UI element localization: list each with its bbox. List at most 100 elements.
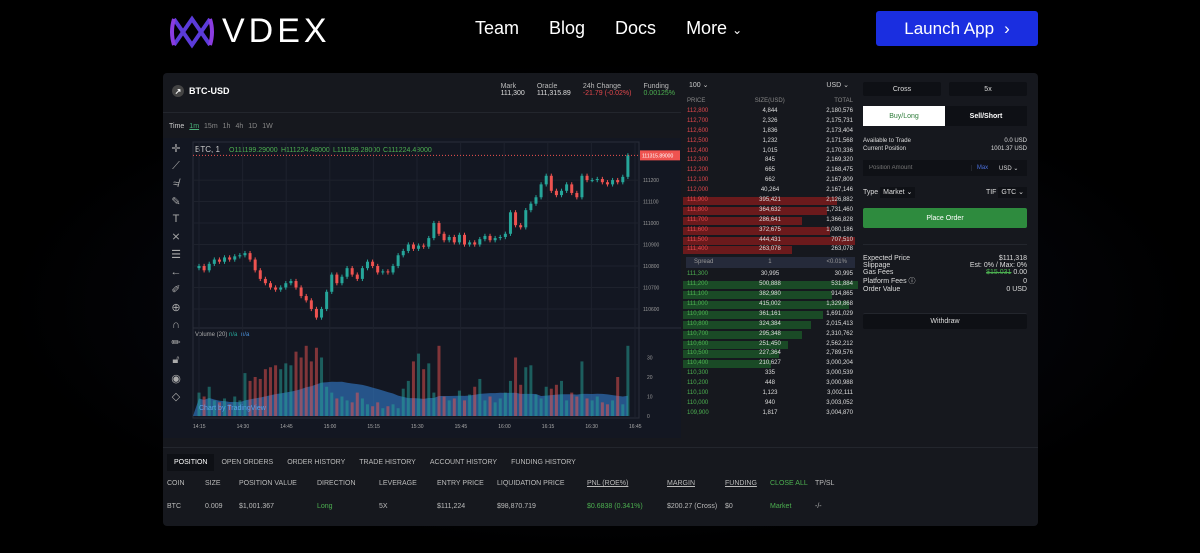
candle-body xyxy=(350,268,354,275)
candle-body xyxy=(524,210,528,228)
order-book-row[interactable]: 112,700 2,326 2,175,731 xyxy=(683,117,858,127)
order-book-row[interactable]: 111,500 444,431 707,510 xyxy=(683,236,858,246)
volume-bar xyxy=(524,367,528,416)
nav-docs[interactable]: Docs xyxy=(615,18,656,39)
market-selector[interactable]: ↗ BTC-USD xyxy=(172,85,230,97)
tab-trade-history[interactable]: TRADE HISTORY xyxy=(352,454,423,471)
row-price: 112,700 xyxy=(687,117,709,124)
cell-tp-sl[interactable]: -/- xyxy=(815,503,845,510)
depth-select[interactable]: 100 ⌄ xyxy=(689,81,709,89)
lock-drawing-icon[interactable]: ✏ xyxy=(171,336,180,349)
logo[interactable]: VDEX xyxy=(170,12,331,51)
place-order-button[interactable]: Place Order xyxy=(863,208,1027,228)
tab-order-history[interactable]: ORDER HISTORY xyxy=(280,454,352,471)
volume-bar xyxy=(309,361,313,416)
position-amount-input[interactable] xyxy=(863,165,971,171)
col-funding[interactable]: FUNDING xyxy=(725,480,770,487)
trend-line-icon[interactable]: ⟋ xyxy=(172,160,180,173)
timeframe-4h[interactable]: 4h xyxy=(235,123,243,130)
leverage-button[interactable]: 5x xyxy=(949,82,1027,96)
nav-team[interactable]: Team xyxy=(475,18,519,39)
timeframe-1d[interactable]: 1D xyxy=(248,123,257,130)
max-button[interactable]: Max xyxy=(971,165,993,171)
order-book-row[interactable]: 110,700 295,348 2,310,762 xyxy=(683,330,858,340)
ruler-icon[interactable]: ✐ xyxy=(171,283,180,296)
arrow-left-icon[interactable]: ← xyxy=(171,266,182,278)
sell-short-tab[interactable]: Sell/Short xyxy=(945,106,1027,126)
row-size: 940 xyxy=(764,399,775,406)
unit-select[interactable]: USD ⌄ xyxy=(999,165,1018,172)
order-book-row[interactable]: 110,900 361,161 1,691,029 xyxy=(683,310,858,320)
order-book-row[interactable]: 111,800 364,632 1,731,460 xyxy=(683,206,858,216)
row-size: 415,002 xyxy=(759,301,781,308)
tab-open-orders[interactable]: OPEN ORDERS xyxy=(214,454,280,471)
tab-position[interactable]: POSITION xyxy=(167,454,215,471)
order-book-row[interactable]: 112,800 4,844 2,180,576 xyxy=(683,107,858,117)
col-margin[interactable]: MARGIN xyxy=(667,480,725,487)
order-book-row[interactable]: 112,300 845 2,169,320 xyxy=(683,156,858,166)
margin-mode-button[interactable]: Cross xyxy=(863,82,941,96)
trash-icon[interactable]: ◇ xyxy=(172,390,180,403)
order-book-row[interactable]: 111,400 263,078 263,078 xyxy=(683,245,858,255)
cell-close-all[interactable]: Market xyxy=(770,503,815,510)
order-book-row[interactable]: 110,000 940 3,003,052 xyxy=(683,399,858,409)
eye-icon[interactable]: ◉ xyxy=(171,372,181,385)
withdraw-button[interactable]: Withdraw xyxy=(863,313,1027,329)
order-type-select[interactable]: Market ⌄ xyxy=(880,187,916,198)
summary-value: 0 USD xyxy=(1006,286,1027,293)
order-book-row[interactable]: 110,300 335 3,000,539 xyxy=(683,369,858,379)
candle-body xyxy=(452,237,456,243)
order-book-row[interactable]: 111,000 415,002 1,329,868 xyxy=(683,300,858,310)
order-book-row[interactable]: 111,100 382,980 914,865 xyxy=(683,290,858,300)
price-chart[interactable]: ✛ ⟋ ≉ ✎ T ⨯ ☰ ← ✐ ⊕ ∩ ✏ 🔓︎ ◉ ◇ BTC, 1 O1… xyxy=(163,138,681,438)
order-book-row[interactable]: 109,900 1,817 3,004,870 xyxy=(683,409,858,419)
order-book-row[interactable]: 110,200 448 3,000,988 xyxy=(683,379,858,389)
col-close-all[interactable]: CLOSE ALL xyxy=(770,480,815,487)
order-book-row[interactable]: 110,100 1,123 3,002,111 xyxy=(683,389,858,399)
order-book-row[interactable]: 110,400 210,627 3,000,204 xyxy=(683,359,858,369)
timeframe-1w[interactable]: 1W xyxy=(262,123,273,130)
order-book-row[interactable]: 111,300 30,995 30,995 xyxy=(683,270,858,280)
order-book-row[interactable]: 112,200 665 2,168,475 xyxy=(683,166,858,176)
crosshair-icon[interactable]: ✛ xyxy=(171,142,180,155)
row-price: 111,300 xyxy=(687,271,708,278)
magnet-icon[interactable]: ∩ xyxy=(172,319,180,331)
order-book-row[interactable]: 110,500 227,364 2,789,576 xyxy=(683,349,858,359)
currency-select[interactable]: USD ⌄ xyxy=(826,81,849,89)
pattern-icon[interactable]: ⨯ xyxy=(171,230,180,243)
col-pnl-roe-[interactable]: PNL (ROE%) xyxy=(587,480,667,487)
candle-body xyxy=(263,278,267,284)
launch-app-button[interactable]: Launch App › xyxy=(876,11,1038,46)
order-book-row[interactable]: 111,900 395,421 2,126,882 xyxy=(683,196,858,206)
order-book-row[interactable]: 111,700 286,641 1,366,828 xyxy=(683,216,858,226)
candle-body xyxy=(268,283,272,288)
nav-more[interactable]: More ⌄ xyxy=(686,18,742,39)
tab-funding-history[interactable]: FUNDING HISTORY xyxy=(504,454,583,471)
brush-icon[interactable]: ✎ xyxy=(171,195,180,208)
timeframe-1m[interactable]: 1m xyxy=(189,123,199,130)
lock-icon[interactable]: 🔓︎ xyxy=(172,354,179,367)
order-book-row[interactable]: 112,100 662 2,167,809 xyxy=(683,176,858,186)
order-book-row[interactable]: 112,500 1,232 2,171,568 xyxy=(683,137,858,147)
forecast-icon[interactable]: ☰ xyxy=(171,248,181,261)
order-book-row[interactable]: 110,600 251,450 2,562,212 xyxy=(683,340,858,350)
order-book-row[interactable]: 112,400 1,015 2,170,336 xyxy=(683,147,858,157)
timeframe-15m[interactable]: 15m xyxy=(204,123,218,130)
tab-account-history[interactable]: ACCOUNT HISTORY xyxy=(423,454,504,471)
row-price: 111,100 xyxy=(687,291,708,298)
order-book-row[interactable]: 110,800 324,384 2,015,413 xyxy=(683,320,858,330)
order-book-row[interactable]: 111,200 500,888 531,884 xyxy=(683,280,858,290)
order-book-row[interactable]: 112,600 1,836 2,173,404 xyxy=(683,127,858,137)
order-book-row[interactable]: 111,600 372,675 1,080,186 xyxy=(683,226,858,236)
help-icon[interactable]: ⓘ xyxy=(909,278,916,285)
bids-list: 111,300 30,995 30,995 111,200 500,888 531,884… xyxy=(683,270,858,418)
zoom-in-icon[interactable]: ⊕ xyxy=(171,301,180,314)
tif-select[interactable]: GTC ⌄ xyxy=(998,187,1027,198)
buy-long-tab[interactable]: Buy/Long xyxy=(863,106,945,126)
order-book-row[interactable]: 112,000 40,264 2,167,146 xyxy=(683,186,858,196)
nav-blog[interactable]: Blog xyxy=(549,18,585,39)
volume-bar xyxy=(575,396,579,416)
text-icon[interactable]: T xyxy=(173,213,180,225)
timeframe-1h[interactable]: 1h xyxy=(223,123,231,130)
fib-icon[interactable]: ≉ xyxy=(173,178,179,190)
